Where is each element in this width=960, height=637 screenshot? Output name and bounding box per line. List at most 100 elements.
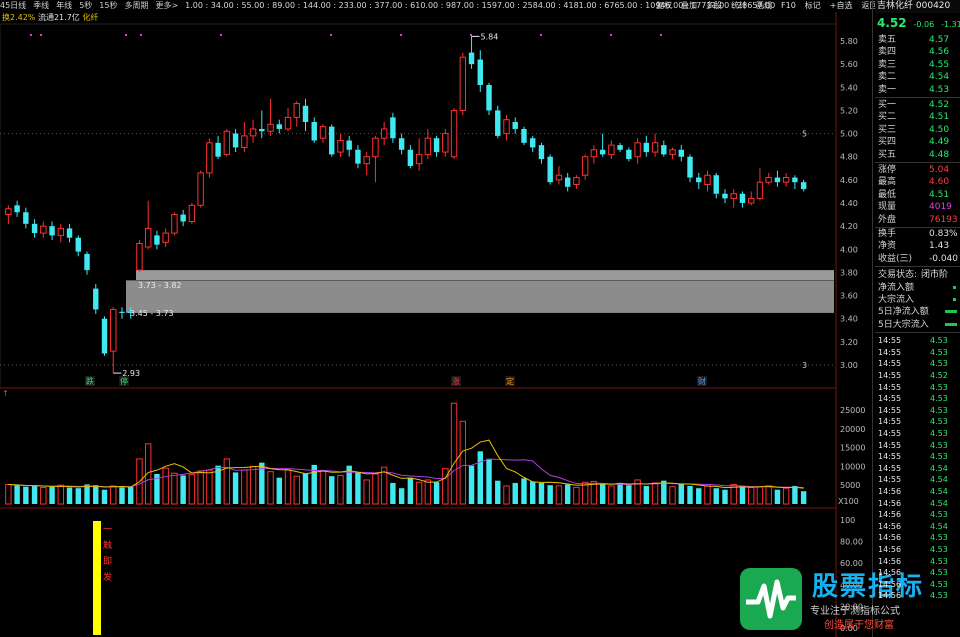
candle-body — [390, 117, 396, 139]
quote-label: 净资 — [878, 241, 897, 252]
tool-toolbar: 复权 叠加 多股 统计 画线 F10 标记 +自选 返回 — [656, 0, 886, 11]
volume-bar — [66, 487, 73, 504]
event-mark[interactable]: 定 — [506, 376, 514, 386]
event-mark[interactable]: 财 — [698, 376, 706, 386]
ask-row[interactable]: 卖二 4.54 — [875, 71, 960, 83]
volume-bar — [57, 484, 65, 505]
tool-button-0[interactable]: 复权 — [656, 0, 672, 11]
price-axis-label: 3.60 — [840, 292, 858, 301]
quote-value: 76193 — [929, 214, 958, 225]
tool-button-1[interactable]: 叠加 — [681, 0, 697, 11]
signal-dot — [220, 34, 222, 36]
bid-row[interactable]: 买五 4.48 — [875, 149, 960, 161]
ask-row[interactable]: 卖三 4.55 — [875, 59, 960, 71]
event-mark[interactable]: 跌 — [86, 376, 94, 386]
volume-bar — [521, 478, 527, 504]
period-tab-3[interactable]: 5秒 — [79, 0, 92, 11]
tick-price: 4.54 — [930, 521, 948, 531]
volume-bar — [398, 488, 405, 504]
volume-bar — [171, 472, 178, 505]
bid-row[interactable]: 买三 4.50 — [875, 124, 960, 136]
signal-dot — [125, 34, 127, 36]
candle-body — [643, 142, 650, 153]
candle-body — [792, 177, 798, 183]
ask-row[interactable]: 卖四 4.56 — [875, 46, 960, 58]
volume-bar — [188, 474, 196, 505]
event-mark[interactable]: 涨 — [452, 376, 460, 386]
volume-bar — [626, 485, 632, 504]
flow-label: 5日净流入额 — [878, 307, 929, 318]
candle-body — [197, 172, 204, 206]
tick-row: 14:55 4.53 — [875, 416, 960, 428]
period-tab-6[interactable]: 更多> — [155, 0, 178, 11]
tool-button-2[interactable]: 多股 — [706, 0, 722, 11]
tick-row: 14:55 4.53 — [875, 335, 960, 347]
volume-bar — [756, 486, 764, 505]
stock-header[interactable]: 吉林化纤 000420 — [875, 0, 960, 13]
candle-body — [747, 197, 755, 204]
period-tab-2[interactable]: 年线 — [56, 0, 72, 11]
candle-body — [162, 232, 169, 243]
bid-row[interactable]: 买四 4.49 — [875, 136, 960, 148]
tool-button-6[interactable]: 标记 — [805, 0, 821, 11]
flow-row: 大宗流入 — [875, 294, 960, 306]
candle-body — [774, 177, 781, 183]
volume-bar — [319, 470, 327, 505]
candle-body — [319, 126, 327, 139]
event-mark[interactable]: 停 — [120, 376, 128, 386]
tick-price: 4.53 — [930, 382, 948, 392]
quote-label: 现量 — [878, 202, 897, 213]
volume-bar — [355, 472, 361, 504]
tick-price: 4.53 — [930, 394, 948, 404]
volume-bar — [75, 488, 81, 504]
period-tab-0[interactable]: 45日线 — [0, 0, 26, 11]
tick-price: 4.54 — [930, 475, 948, 485]
period-tab-1[interactable]: 季线 — [33, 0, 49, 11]
tick-row: 14:55 4.53 — [875, 358, 960, 370]
candle-body — [355, 149, 361, 164]
tick-price: 4.53 — [930, 533, 948, 543]
candle-body — [739, 193, 746, 203]
period-tab-4[interactable]: 15秒 — [99, 0, 117, 11]
volume-bar — [599, 484, 606, 504]
volume-bar — [14, 485, 20, 504]
volume-bar — [555, 485, 563, 505]
pulse-icon — [746, 579, 796, 619]
candle-body — [215, 142, 221, 157]
ask-row[interactable]: 卖一 4.53 — [875, 84, 960, 96]
tick-price: 4.52 — [930, 371, 948, 380]
tool-button-3[interactable]: 统计 — [731, 0, 747, 11]
bid-row[interactable]: 买二 4.51 — [875, 111, 960, 123]
tool-button-4[interactable]: 画线 — [756, 0, 772, 11]
signal-dot — [140, 34, 142, 36]
candle-body — [626, 149, 632, 160]
volume-bar — [49, 486, 55, 504]
tick-price: 4.53 — [930, 452, 948, 462]
candle-body — [415, 153, 423, 165]
quote-row: 涨停 5.04 — [875, 164, 960, 176]
volume-bar — [223, 458, 231, 505]
tool-button-5[interactable]: F10 — [781, 0, 796, 11]
bid-row[interactable]: 买一 4.52 — [875, 99, 960, 111]
volume-axis-label: 20000 — [840, 425, 865, 434]
tool-button-7[interactable]: +自选 — [830, 0, 853, 11]
ask-row[interactable]: 卖五 4.57 — [875, 34, 960, 46]
quote-label: 外盘 — [878, 214, 897, 225]
volume-bar — [651, 482, 659, 505]
signal-char: 一 — [103, 525, 113, 535]
candle-body — [564, 177, 571, 187]
volume-bar — [407, 477, 414, 504]
tick-price: 4.53 — [930, 429, 948, 438]
candle-body — [75, 237, 81, 252]
period-tab-5[interactable]: 多周期 — [124, 0, 148, 11]
candle-body — [380, 128, 388, 139]
tick-price: 4.53 — [930, 336, 948, 346]
signal-dot — [400, 34, 402, 36]
flow-divider — [875, 266, 960, 268]
kline-chart[interactable]: 5.80 5.60 5.40 5.20 5.00 4.80 4.60 4.40 4.20 4.00… — [0, 0, 872, 637]
volume-bar — [93, 485, 99, 504]
volume-bar — [477, 451, 483, 504]
tick-row: 14:55 4.52 — [875, 370, 960, 382]
signal-dot — [540, 34, 542, 36]
volume-bar — [765, 485, 772, 505]
